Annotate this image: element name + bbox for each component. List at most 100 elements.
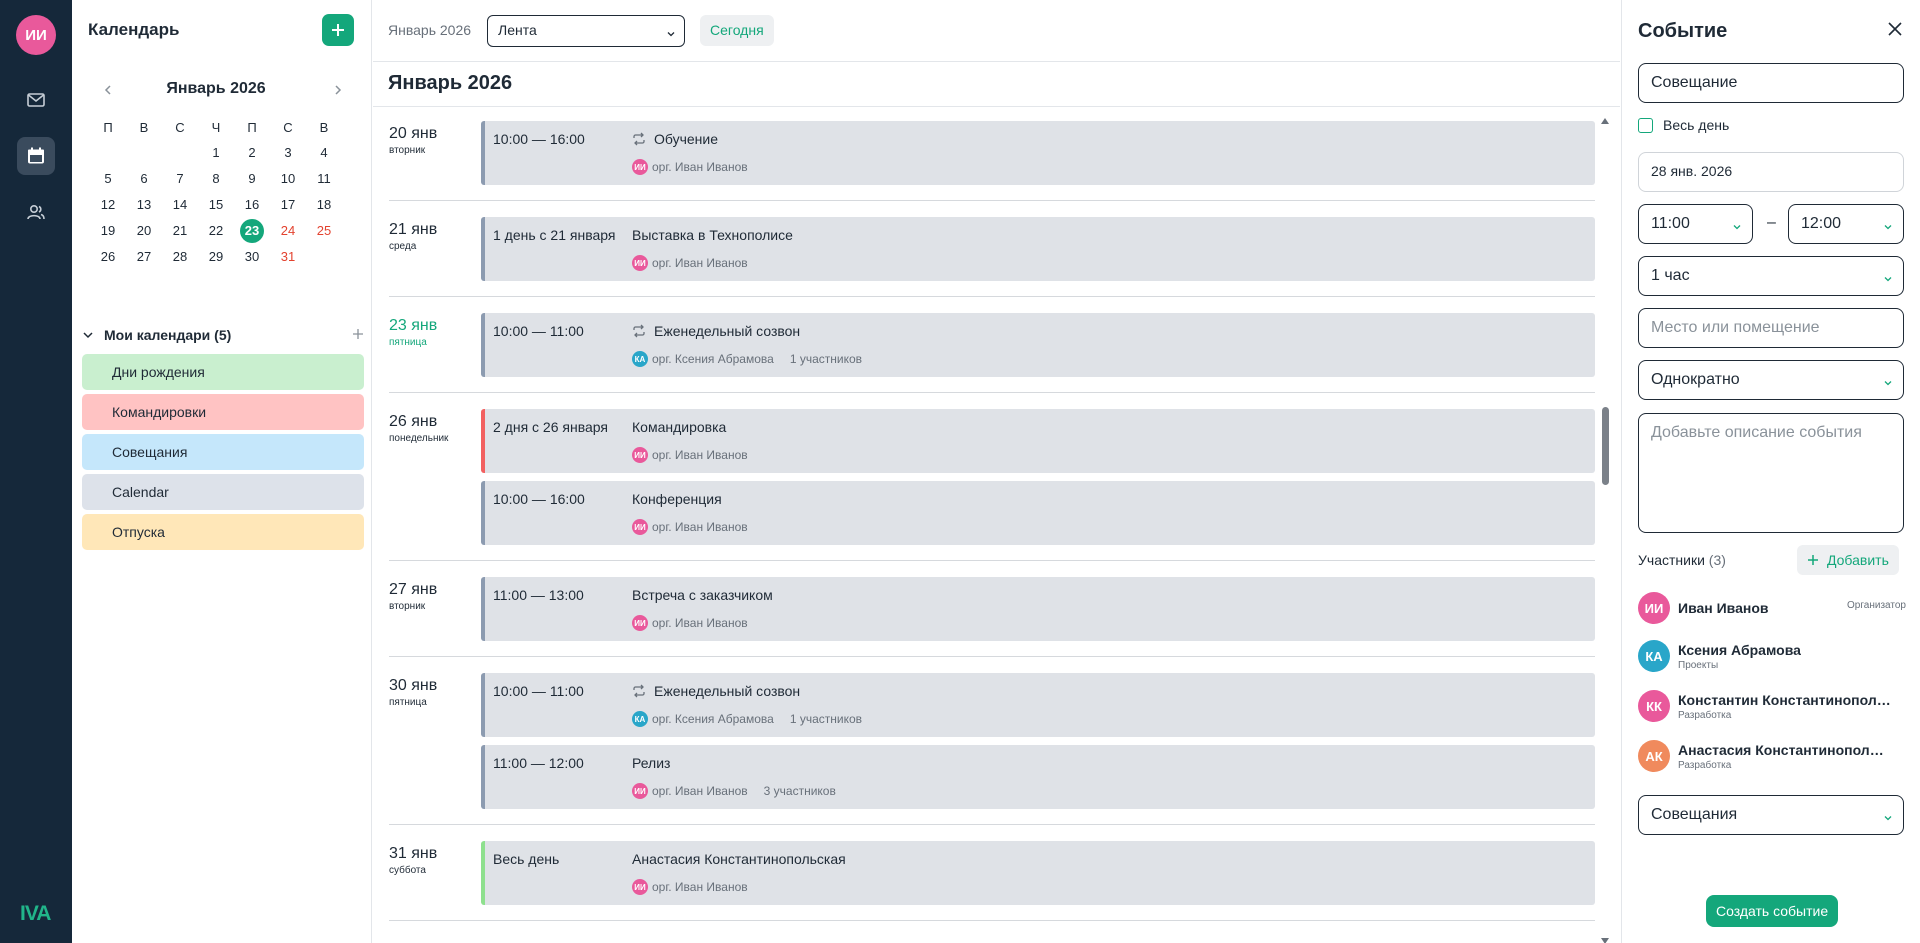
chevron-down-icon: [1883, 271, 1893, 289]
calendar-day[interactable]: 24: [270, 218, 306, 244]
duration-select[interactable]: 1 час: [1638, 256, 1904, 296]
participant-item[interactable]: КА Ксения Абрамова Проекты: [1638, 640, 1906, 674]
event-card[interactable]: 2 дня с 26 января Командировка ИИ орг. Иван…: [481, 409, 1595, 473]
feed-scrollbar[interactable]: [1599, 117, 1611, 943]
participant-department: Разработка: [1678, 760, 1732, 771]
event-organizer: орг. Иван Иванов: [652, 880, 748, 894]
mail-nav-button[interactable]: [17, 81, 55, 119]
calendar-day[interactable]: 22: [198, 218, 234, 244]
date-input[interactable]: 28 янв. 2026: [1638, 152, 1904, 192]
calendar-day[interactable]: 17: [270, 192, 306, 218]
calendar-day-number: 10: [280, 171, 296, 186]
prev-month-button[interactable]: [100, 82, 116, 98]
calendar-day[interactable]: 12: [90, 192, 126, 218]
calendar-day[interactable]: 31: [270, 244, 306, 270]
event-card[interactable]: 11:00 — 13:00 Встреча с заказчиком ИИ орг. …: [481, 577, 1595, 641]
participant-item[interactable]: ИИ Иван Иванов Организатор: [1638, 592, 1906, 626]
event-card[interactable]: 10:00 — 16:00 Конференция ИИ орг. Иван Иван…: [481, 481, 1595, 545]
create-event-button[interactable]: [322, 14, 354, 46]
event-time: 11:00 — 12:00: [493, 755, 584, 771]
today-button[interactable]: Сегодня: [700, 15, 774, 46]
scrollbar-thumb[interactable]: [1602, 407, 1609, 485]
participant-item[interactable]: КК Константин Константинопольский Разработ…: [1638, 690, 1906, 724]
time-end-value: 12:00: [1801, 215, 1842, 232]
calendar-day[interactable]: 6: [126, 166, 162, 192]
event-card[interactable]: 11:00 — 12:00 Релиз ИИ орг. Иван Иванов 3 уч…: [481, 745, 1595, 809]
event-card[interactable]: 1 день с 21 января Выставка в Технополисе…: [481, 217, 1595, 281]
calendar-day[interactable]: 28: [162, 244, 198, 270]
calendar-day[interactable]: 11: [306, 166, 342, 192]
calendar-day-number: 21: [172, 223, 188, 238]
calendar-day[interactable]: 27: [126, 244, 162, 270]
calendar-day[interactable]: 25: [306, 218, 342, 244]
calendar-day[interactable]: 16: [234, 192, 270, 218]
next-month-button[interactable]: [330, 82, 346, 98]
calendar-day[interactable]: 5: [90, 166, 126, 192]
calendar-day[interactable]: 9: [234, 166, 270, 192]
calendar-day[interactable]: 18: [306, 192, 342, 218]
calendar-day[interactable]: 10: [270, 166, 306, 192]
create-event-submit-button[interactable]: Создать событие: [1706, 895, 1839, 927]
calendar-day[interactable]: 7: [162, 166, 198, 192]
all-day-checkbox[interactable]: Весь день: [1638, 117, 1729, 133]
contacts-nav-button[interactable]: [17, 193, 55, 231]
calendar-day[interactable]: 8: [198, 166, 234, 192]
user-avatar[interactable]: ИИ: [16, 15, 56, 55]
calendar-day-number: 26: [100, 249, 116, 264]
close-panel-button[interactable]: [1888, 22, 1902, 41]
calendar-item[interactable]: Совещания: [82, 434, 364, 470]
calendar-day[interactable]: 1: [198, 140, 234, 166]
weekday-header: Ч: [211, 120, 221, 135]
calendar-day[interactable]: 13: [126, 192, 162, 218]
event-title: Релиз: [632, 755, 670, 771]
calendar-day[interactable]: 21: [162, 218, 198, 244]
calendar-item[interactable]: Дни рождения: [82, 354, 364, 390]
calendar-day[interactable]: 29: [198, 244, 234, 270]
time-end-select[interactable]: 12:00: [1788, 204, 1904, 244]
calendar-day[interactable]: 30: [234, 244, 270, 270]
calendar-day[interactable]: 2: [234, 140, 270, 166]
calendar-day-number: 5: [104, 171, 112, 186]
calendar-item[interactable]: Calendar: [82, 474, 364, 510]
place-input[interactable]: Место или помещение: [1638, 308, 1904, 348]
checkbox-box[interactable]: [1638, 117, 1653, 133]
calendar-day[interactable]: 3: [270, 140, 306, 166]
event-feed[interactable]: 20 янв вторник 10:00 — 16:00 Обучение ИИ орг.…: [373, 106, 1620, 943]
description-textarea[interactable]: Добавьте описание события: [1638, 413, 1904, 533]
weekday-header: С: [175, 120, 185, 135]
repeat-select[interactable]: Однократно: [1638, 360, 1904, 400]
calendar-day[interactable]: 4: [306, 140, 342, 166]
calendar-select[interactable]: Совещания: [1638, 795, 1904, 835]
calendar-nav-button[interactable]: [17, 137, 55, 175]
day-label: 26 янв понедельник: [389, 413, 448, 444]
my-calendars-header[interactable]: Мои календари (5): [82, 325, 364, 345]
scroll-down-icon[interactable]: [1600, 937, 1610, 943]
add-participant-button[interactable]: Добавить: [1797, 545, 1899, 575]
brand-logo: IVA: [20, 902, 51, 925]
participants-title: Участники: [1638, 552, 1705, 568]
calendar-item[interactable]: Отпуска: [82, 514, 364, 550]
event-card[interactable]: Весь день Анастасия Константинопольская ИИ…: [481, 841, 1595, 905]
day-weekday: вторник: [389, 601, 426, 612]
time-start-select[interactable]: 11:00: [1638, 204, 1753, 244]
add-calendar-button[interactable]: [352, 327, 364, 343]
calendar-day[interactable]: 20: [126, 218, 162, 244]
calendar-item-label: Совещания: [112, 444, 188, 460]
event-card[interactable]: 10:00 — 16:00 Обучение ИИ орг. Иван Иванов: [481, 121, 1595, 185]
calendar-day[interactable]: 26: [90, 244, 126, 270]
event-participant-count: 1 участников: [789, 712, 863, 726]
day-date: 26 янв: [389, 413, 438, 430]
calendar-day-number: 31: [280, 249, 296, 264]
calendar-day[interactable]: 19: [90, 218, 126, 244]
calendar-day[interactable]: 23: [234, 218, 270, 244]
view-select[interactable]: Лента: [487, 15, 685, 47]
scroll-up-icon[interactable]: [1600, 117, 1610, 125]
participant-item[interactable]: АК Анастасия Константинопольская Разработк…: [1638, 740, 1906, 774]
day-group: 20 янв вторник 10:00 — 16:00 Обучение ИИ орг.…: [389, 107, 1595, 201]
calendar-day[interactable]: 15: [198, 192, 234, 218]
event-card[interactable]: 10:00 — 11:00 Еженедельный созвон КА орг. К…: [481, 673, 1595, 737]
calendar-day[interactable]: 14: [162, 192, 198, 218]
event-title-input[interactable]: Совещание: [1638, 63, 1904, 103]
event-card[interactable]: 10:00 — 11:00 Еженедельный созвон КА орг. К…: [481, 313, 1595, 377]
calendar-item[interactable]: Командировки: [82, 394, 364, 430]
